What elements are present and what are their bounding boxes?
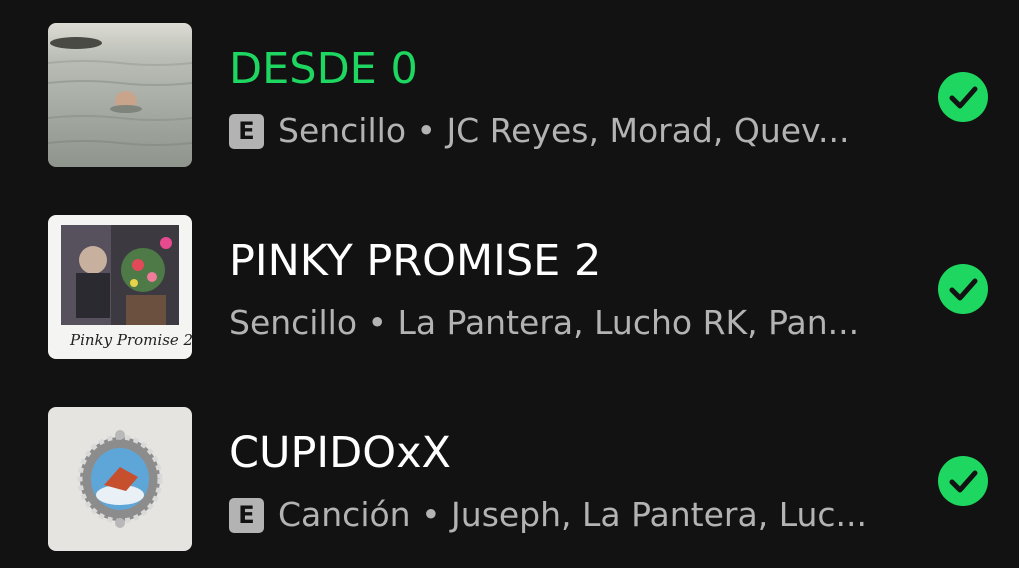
list-item[interactable]: Pinky Promise 2★ PINKY PROMISE 2 Sencill… — [0, 215, 1019, 360]
track-meta: Canción • Juseph, La Pantera, Luc... — [278, 495, 868, 534]
track-title: CUPIDOxX — [229, 428, 451, 478]
track-subtitle: Sencillo • La Pantera, Lucho RK, Pan... — [229, 301, 889, 345]
explicit-badge: E — [229, 113, 264, 149]
track-list: DESDE 0 E Sencillo • JC Reyes, Morad, Qu… — [0, 0, 1019, 568]
album-art — [48, 407, 192, 551]
track-meta: Sencillo • La Pantera, Lucho RK, Pan... — [229, 303, 860, 342]
album-art: Pinky Promise 2★ — [48, 215, 192, 359]
downloaded-check-icon[interactable] — [938, 456, 988, 506]
downloaded-check-icon[interactable] — [938, 72, 988, 122]
list-item[interactable]: DESDE 0 E Sencillo • JC Reyes, Morad, Qu… — [0, 23, 1019, 168]
track-meta: Sencillo • JC Reyes, Morad, Quev... — [278, 111, 850, 150]
explicit-badge: E — [229, 497, 264, 533]
list-item[interactable]: CUPIDOxX E Canción • Juseph, La Pantera,… — [0, 407, 1019, 552]
track-subtitle: E Canción • Juseph, La Pantera, Luc... — [229, 493, 889, 537]
cover-handwritten-text: Pinky Promise 2★ — [70, 331, 192, 349]
track-title: DESDE 0 — [229, 44, 418, 94]
track-title: PINKY PROMISE 2 — [229, 236, 602, 286]
downloaded-check-icon[interactable] — [938, 264, 988, 314]
track-subtitle: E Sencillo • JC Reyes, Morad, Quev... — [229, 109, 889, 153]
album-art — [48, 23, 192, 167]
